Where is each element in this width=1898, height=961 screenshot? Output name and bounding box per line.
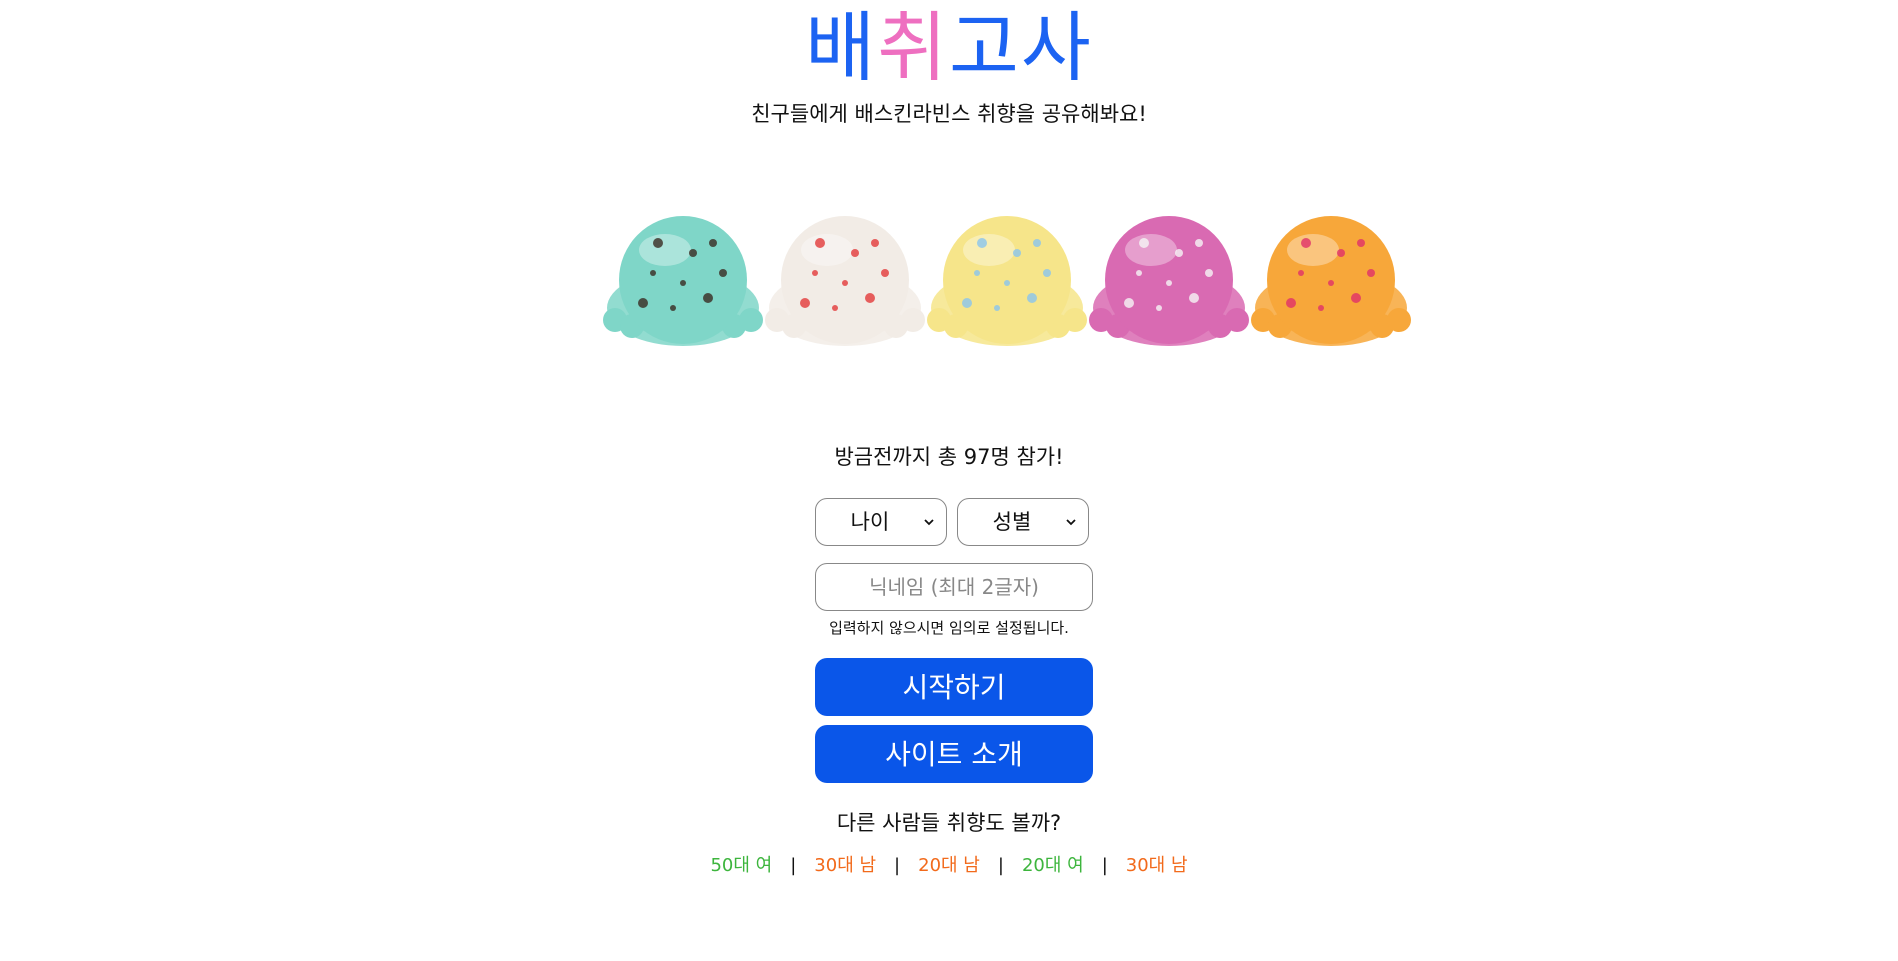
link-separator: | xyxy=(790,855,797,876)
cherry-jubilee-scoop-icon xyxy=(765,216,925,346)
link-separator: | xyxy=(1101,855,1108,876)
mint-choco-scoop-icon xyxy=(603,216,763,346)
taste-link-4[interactable]: 20대 여 xyxy=(1022,855,1084,876)
gender-select-label: 성별 xyxy=(992,510,1032,534)
page: 배취고사 친구들에게 배스킨라빈스 취향을 공유해봐요! 방금전까지 총 97명… xyxy=(0,0,1898,961)
link-separator: | xyxy=(894,855,901,876)
age-select-label: 나이 xyxy=(850,510,890,534)
others-taste-links: 50대 여 | 30대 남 | 20대 남 | 20대 여 | 30대 남 xyxy=(0,852,1898,880)
logo-char-3: 고 xyxy=(949,3,1021,92)
chevron-down-icon xyxy=(924,519,934,526)
gender-select[interactable]: 성별 xyxy=(957,498,1089,546)
taste-link-2[interactable]: 30대 남 xyxy=(814,855,876,876)
site-intro-button[interactable]: 사이트 소개 xyxy=(815,725,1093,783)
link-separator: | xyxy=(997,855,1004,876)
start-button[interactable]: 시작하기 xyxy=(815,658,1093,716)
strawberry-orange-scoop-icon xyxy=(1251,216,1411,346)
scoops-image xyxy=(603,216,1411,346)
nickname-input[interactable] xyxy=(815,563,1093,611)
logo-char-1: 배 xyxy=(805,3,878,92)
rainbow-sherbet-scoop-icon xyxy=(927,216,1087,346)
taste-link-3[interactable]: 20대 남 xyxy=(918,855,980,876)
logo-char-2: 취 xyxy=(877,3,949,92)
taste-link-1[interactable]: 50대 여 xyxy=(710,855,772,876)
taste-link-5[interactable]: 30대 남 xyxy=(1126,855,1188,876)
profile-selects: 나이 성별 xyxy=(815,498,1095,548)
others-taste-title: 다른 사람들 취향도 볼까? xyxy=(836,811,1062,835)
age-select[interactable]: 나이 xyxy=(815,498,947,546)
site-logo[interactable]: 배취고사 xyxy=(0,0,1898,96)
logo-char-4: 사 xyxy=(1020,3,1093,92)
cotton-candy-scoop-icon xyxy=(1089,216,1249,346)
page-subtitle: 친구들에게 배스킨라빈스 취향을 공유해봐요! xyxy=(751,102,1147,126)
chevron-down-icon xyxy=(1066,519,1076,526)
ice-cream-scoops-banner xyxy=(603,208,1423,368)
participant-count: 방금전까지 총 97명 참가! xyxy=(834,445,1064,469)
nickname-hint: 입력하지 않으시면 임의로 설정됩니다. xyxy=(829,619,1069,637)
